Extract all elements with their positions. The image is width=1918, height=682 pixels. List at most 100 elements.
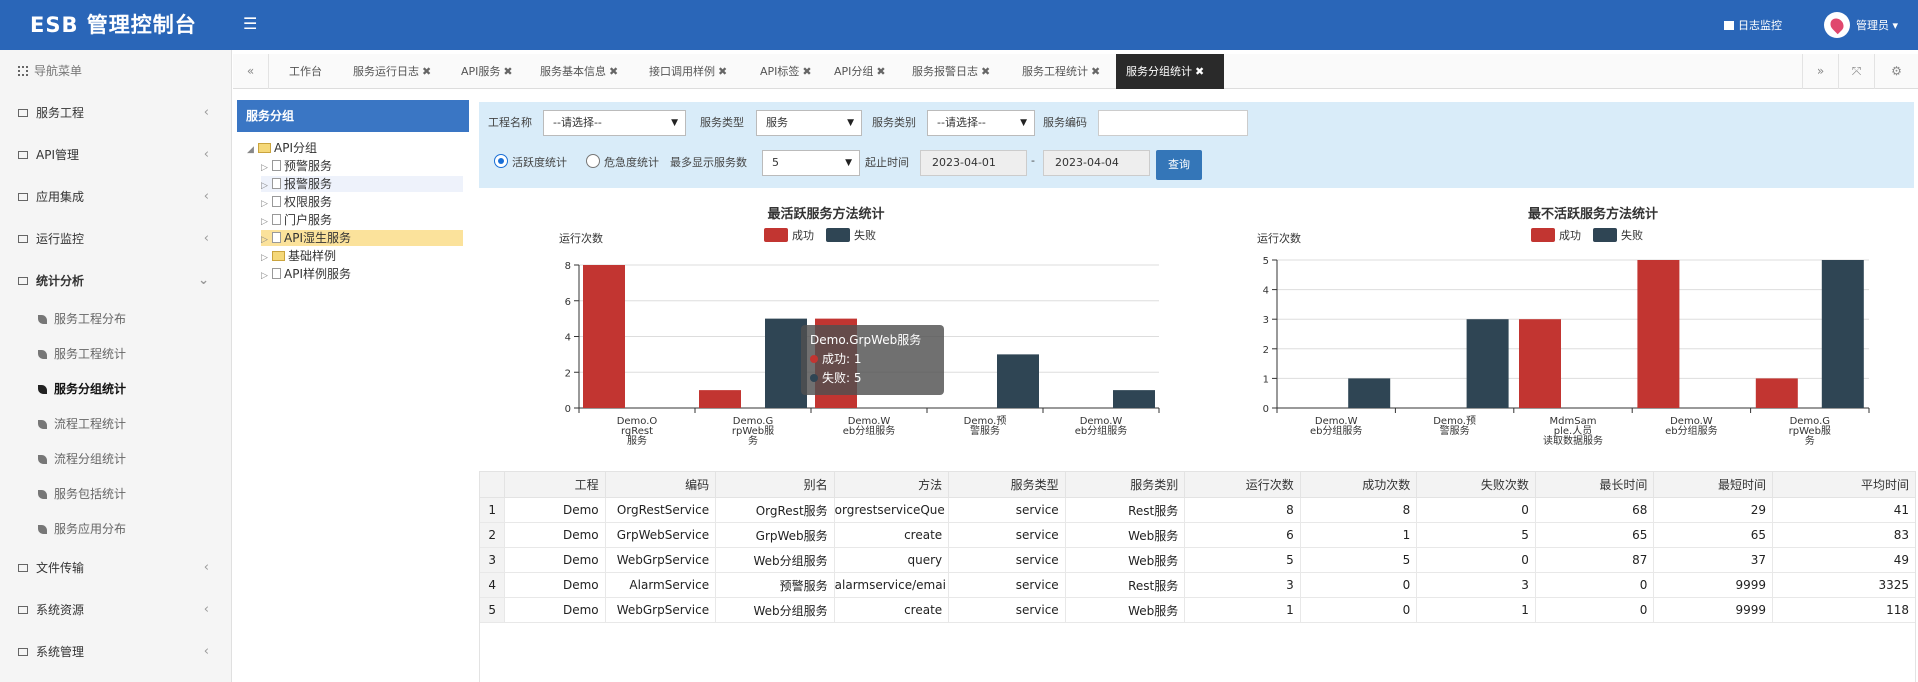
tree-node[interactable]: ▷ 报警服务 [261, 176, 463, 192]
tab-workbench[interactable]: 工作台 [279, 54, 332, 89]
tab-close-icon[interactable]: ✖ [503, 65, 512, 78]
table-row[interactable]: 4 Demo AlarmService 预警服务 alarmservice/emai se… [478, 572, 1916, 598]
max-show-select[interactable]: 5 ▼ [762, 150, 860, 176]
legend-swatch-success[interactable] [764, 228, 788, 242]
sidebar-item-statistics[interactable]: 统计分析 ⌄ [0, 260, 231, 302]
column-header[interactable]: 失败次数 [1416, 471, 1536, 498]
tab-group-stats[interactable]: 服务分组统计 ✖ [1116, 54, 1224, 89]
sidebar-item-app-integration[interactable]: 应用集成 ‹ [0, 176, 231, 218]
service-code-input[interactable] [1098, 110, 1248, 136]
sidebar-item-api-management[interactable]: API管理 ‹ [0, 134, 231, 176]
column-header[interactable]: 运行次数 [1184, 471, 1301, 498]
fullscreen-icon[interactable]: ⤧ [1838, 54, 1874, 89]
column-header[interactable]: 最短时间 [1653, 471, 1773, 498]
tree-node[interactable]: ▷ 基础样例 [261, 248, 336, 264]
sidebar-subitem-group-stats[interactable]: 服务分组统计 [0, 372, 231, 407]
tree-node[interactable]: ▷ 预警服务 [261, 158, 332, 174]
tree-node[interactable]: ▷ API样例服务 [261, 266, 351, 282]
expand-icon[interactable]: ▷ [261, 160, 269, 176]
expand-icon[interactable]: ▷ [261, 250, 269, 266]
bar-success[interactable] [699, 390, 741, 408]
avatar[interactable] [1824, 12, 1850, 38]
tab-close-icon[interactable]: ✖ [981, 65, 990, 78]
legend-label-fail[interactable]: 失败 [854, 228, 876, 242]
user-menu[interactable]: 管理员 ▾ [1856, 17, 1898, 33]
tab-close-icon[interactable]: ✖ [1091, 65, 1100, 78]
column-header[interactable]: 服务类型 [948, 471, 1066, 498]
start-date-input[interactable]: 2023-04-01 [920, 150, 1027, 176]
bar-success[interactable] [583, 265, 625, 408]
tab-service-run-log[interactable]: 服务运行日志 ✖ [343, 54, 441, 89]
sidebar-item-run-monitor[interactable]: 运行监控 ‹ [0, 218, 231, 260]
column-header[interactable]: 最长时间 [1534, 471, 1655, 498]
legend-swatch-success[interactable] [1531, 228, 1555, 242]
tree-node-root[interactable]: ◢ API分组 [247, 140, 317, 156]
expand-icon[interactable]: ▷ [261, 178, 269, 194]
expand-icon[interactable]: ▷ [261, 214, 269, 230]
expand-icon[interactable]: ▷ [261, 268, 269, 284]
project-select[interactable]: --请选择-- ▼ [543, 110, 686, 136]
bar-fail[interactable] [997, 354, 1039, 408]
tab-close-icon[interactable]: ✖ [609, 65, 618, 78]
end-date-input[interactable]: 2023-04-04 [1043, 150, 1150, 176]
sidebar-item-system-management[interactable]: 系统管理 ‹ [0, 631, 231, 673]
legend-swatch-fail[interactable] [826, 228, 850, 242]
tab-close-icon[interactable]: ✖ [876, 65, 885, 78]
tab-close-icon[interactable]: ✖ [718, 65, 727, 78]
legend-swatch-fail[interactable] [1593, 228, 1617, 242]
tab-project-stats[interactable]: 服务工程统计 ✖ [1012, 54, 1110, 89]
column-header[interactable]: 成功次数 [1299, 471, 1418, 498]
column-header[interactable]: 方法 [833, 471, 950, 498]
bar-success[interactable] [1755, 378, 1798, 408]
sidebar-item-file-transfer[interactable]: 文件传输 ‹ [0, 547, 231, 589]
sidebar-subitem-project-stats[interactable]: 服务工程统计 [0, 337, 231, 372]
sidebar-item-system-resource[interactable]: 系统资源 ‹ [0, 589, 231, 631]
log-monitor-link[interactable]: 日志监控 [1724, 17, 1782, 33]
legend-label-fail[interactable]: 失败 [1621, 228, 1643, 242]
sidebar-subitem-app-distribution[interactable]: 服务应用分布 [0, 512, 231, 547]
tab-service-info[interactable]: 服务基本信息 ✖ [530, 54, 628, 89]
table-row[interactable]: 5 Demo WebGrpService Web分组服务 create service We… [478, 597, 1916, 623]
legend-label-success[interactable]: 成功 [792, 229, 814, 242]
radio-risk-stats[interactable] [586, 154, 600, 168]
tab-api-service[interactable]: API服务 ✖ [451, 54, 523, 89]
service-type-select[interactable]: 服务 ▼ [756, 110, 862, 136]
query-button[interactable]: 查询 [1156, 150, 1202, 180]
legend-label-success[interactable]: 成功 [1559, 229, 1581, 242]
tab-scroll-right-icon[interactable]: » [1802, 54, 1838, 89]
tab-close-icon[interactable]: ✖ [422, 65, 431, 78]
column-header[interactable]: 编码 [604, 471, 717, 498]
tab-close-icon[interactable]: ✖ [1195, 65, 1204, 78]
bar-success[interactable] [1519, 319, 1561, 408]
tab-alarm-log[interactable]: 服务报警日志 ✖ [902, 54, 1000, 89]
collapse-icon[interactable]: ◢ [247, 142, 255, 158]
tab-api-group[interactable]: API分组 ✖ [824, 54, 896, 89]
table-row[interactable]: 3 Demo WebGrpService Web分组服务 query service Web… [478, 547, 1916, 573]
expand-icon[interactable]: ▷ [261, 232, 269, 248]
tab-interface-sample[interactable]: 接口调用样例 ✖ [639, 54, 737, 89]
column-header[interactable]: 别名 [715, 471, 835, 498]
bar-fail[interactable] [1348, 378, 1391, 408]
sidebar-subitem-flow-project-stats[interactable]: 流程工程统计 [0, 407, 231, 442]
sidebar-subitem-include-stats[interactable]: 服务包括统计 [0, 477, 231, 512]
column-header[interactable]: 服务类别 [1064, 471, 1186, 498]
table-row[interactable]: 2 Demo GrpWebService GrpWeb服务 create service W… [478, 522, 1916, 548]
bar-fail[interactable] [1821, 260, 1864, 408]
table-row[interactable]: 1 Demo OrgRestService OrgRest服务 orgrestservi… [478, 497, 1916, 523]
tree-node-selected[interactable]: ▷ API湿生服务 [261, 230, 463, 246]
service-category-select[interactable]: --请选择-- ▼ [927, 110, 1035, 136]
tree-node[interactable]: ▷ 权限服务 [261, 194, 332, 210]
bar-fail[interactable] [1113, 390, 1155, 408]
bar-success[interactable] [1637, 260, 1680, 408]
radio-active-stats[interactable] [494, 154, 508, 168]
column-header[interactable]: 工程 [504, 471, 606, 498]
tab-api-tag[interactable]: API标签 ✖ [750, 54, 822, 89]
tree-node[interactable]: ▷ 门户服务 [261, 212, 332, 228]
tab-close-icon[interactable]: ✖ [802, 65, 811, 78]
sidebar-subitem-flow-group-stats[interactable]: 流程分组统计 [0, 442, 231, 477]
tab-scroll-left-icon[interactable]: « [233, 54, 269, 89]
sidebar-subitem-project-distribution[interactable]: 服务工程分布 [0, 302, 231, 337]
menu-toggle-icon[interactable]: ☰ [243, 14, 257, 33]
sidebar-item-service-project[interactable]: 服务工程 ‹ [0, 92, 231, 134]
expand-icon[interactable]: ▷ [261, 196, 269, 212]
